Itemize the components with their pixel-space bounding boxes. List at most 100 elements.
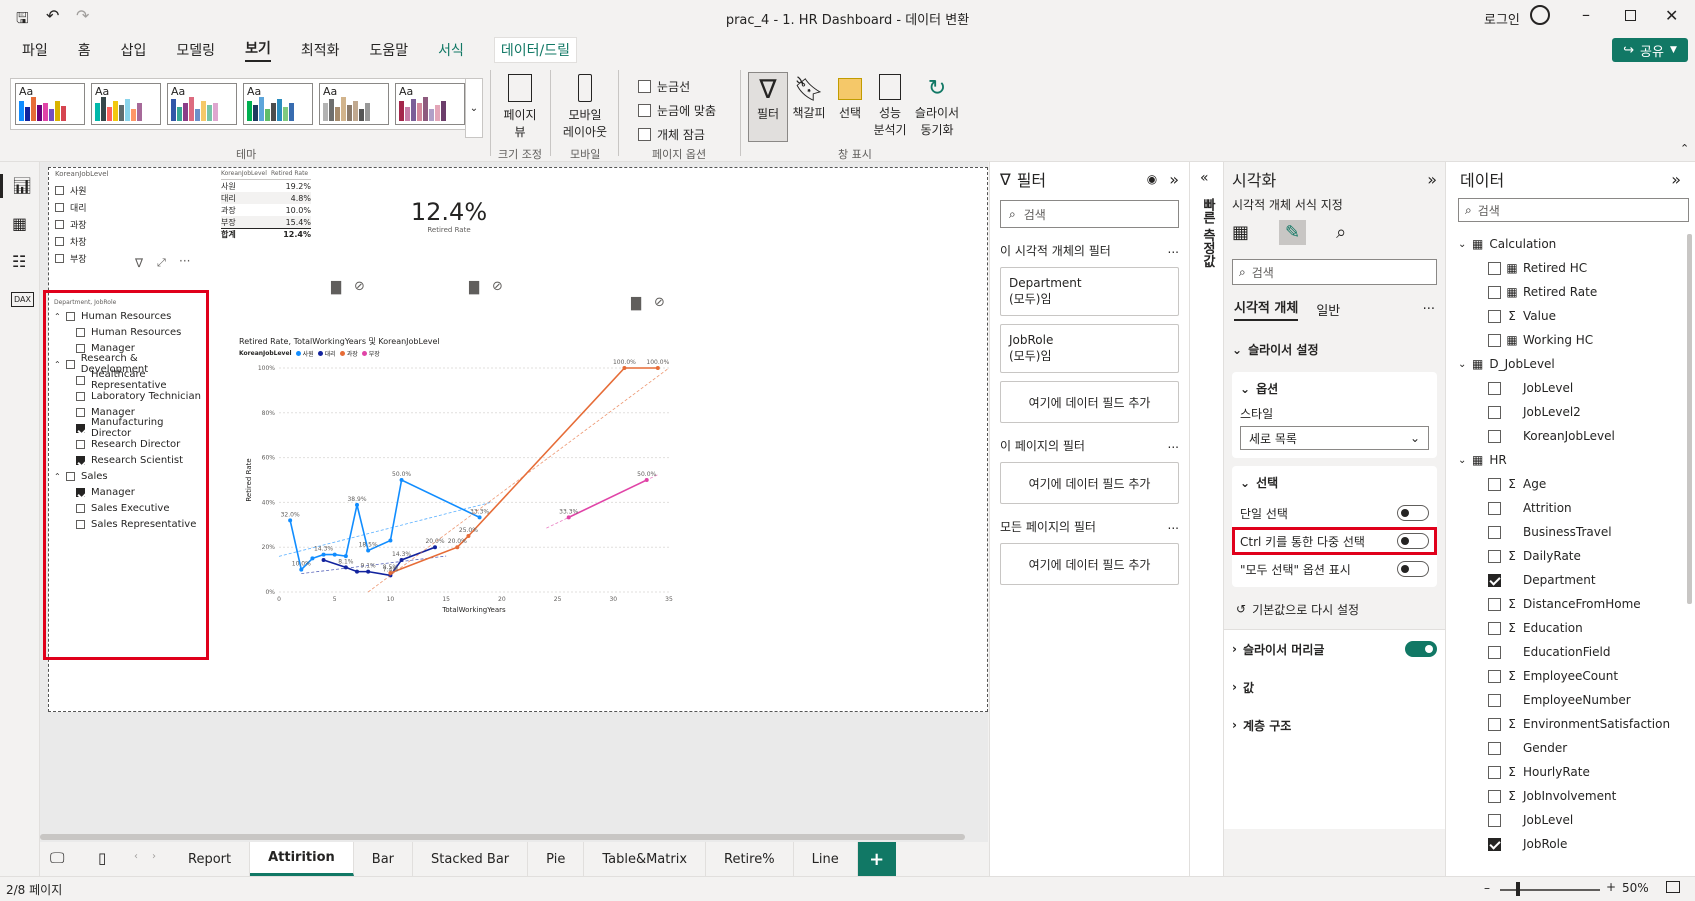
item-checkbox[interactable]: [76, 391, 85, 401]
data-field[interactable]: JobLevel2: [1458, 400, 1695, 424]
gridlines-option[interactable]: 눈금선: [638, 74, 716, 98]
page-tab[interactable]: Stacked Bar: [413, 842, 529, 876]
hier-slicer-item[interactable]: Laboratory Technician: [54, 388, 206, 404]
field-checkbox[interactable]: [1488, 525, 1501, 539]
next-page-icon[interactable]: ›: [152, 851, 156, 862]
collapse-data-icon[interactable]: »: [1671, 170, 1681, 189]
data-table[interactable]: ⌄ ▦ Calculation: [1458, 232, 1695, 256]
theme-swatch-3[interactable]: Aa: [167, 83, 237, 125]
lock-checkbox[interactable]: [638, 127, 651, 141]
data-field[interactable]: Σ Education: [1458, 616, 1695, 640]
table-view-icon[interactable]: ▦: [12, 214, 27, 233]
field-checkbox[interactable]: [1488, 789, 1501, 803]
selection-header[interactable]: ⌄ 선택: [1240, 474, 1429, 491]
format-visual-icon[interactable]: ✎: [1279, 219, 1307, 245]
slicer-header-section[interactable]: › 슬라이서 머리글: [1224, 630, 1445, 668]
line-chart[interactable]: Retired Rate, TotalWorkingYears 및 Korean…: [239, 336, 699, 636]
more-icon[interactable]: ...: [1168, 518, 1179, 535]
item-checkbox[interactable]: [76, 423, 85, 433]
data-field[interactable]: EmployeeNumber: [1458, 688, 1695, 712]
data-field[interactable]: BusinessTravel: [1458, 520, 1695, 544]
page-tab[interactable]: Table&Matrix: [584, 842, 707, 876]
field-checkbox[interactable]: [1488, 597, 1501, 611]
field-checkbox[interactable]: [1488, 429, 1501, 443]
item-checkbox[interactable]: [76, 327, 85, 337]
legend-item[interactable]: 대리: [317, 349, 336, 358]
item-checkbox[interactable]: [76, 375, 85, 385]
report-view-icon[interactable]: 📊︎: [12, 176, 32, 195]
data-field[interactable]: KoreanJobLevel: [1458, 424, 1695, 448]
field-checkbox[interactable]: [1488, 837, 1501, 851]
gridlines-checkbox[interactable]: [638, 79, 651, 93]
field-checkbox[interactable]: [1488, 501, 1501, 515]
field-checkbox[interactable]: [1488, 405, 1501, 419]
joblevel-slicer[interactable]: KoreanJobLevel 사원 대리 과장 차장 부장: [55, 170, 195, 267]
theme-dropdown-chevron-icon[interactable]: ⌄: [465, 78, 483, 138]
page-view-button[interactable]: 페이지 뷰: [498, 74, 542, 140]
joblevel-slicer-item[interactable]: 과장: [55, 216, 195, 233]
zoom-thumb[interactable]: [1516, 882, 1520, 896]
slicer-checkbox[interactable]: [55, 220, 64, 229]
visual-filter-icon[interactable]: ∇: [135, 256, 143, 270]
prohibit-icon[interactable]: ⊘: [654, 295, 665, 310]
hier-slicer-group[interactable]: ⌃ Human Resources: [54, 308, 206, 324]
field-checkbox[interactable]: [1488, 813, 1501, 827]
theme-swatch-6[interactable]: Aa: [395, 83, 465, 125]
options-header[interactable]: ⌄ 옵션: [1240, 380, 1429, 397]
joblevel-slicer-item[interactable]: 대리: [55, 199, 195, 216]
hier-slicer-item[interactable]: Manager: [54, 484, 206, 500]
retired-rate-card[interactable]: 12.4% Retired Rate: [379, 198, 519, 234]
field-checkbox[interactable]: [1488, 285, 1501, 299]
menu-modeling[interactable]: 모델링: [176, 40, 215, 60]
viz-search-input[interactable]: ⌕ 검색: [1232, 259, 1437, 285]
legend-item[interactable]: 부장: [361, 349, 380, 358]
canvas-hscrollbar[interactable]: [40, 834, 965, 840]
ctrl-multi-select-toggle[interactable]: [1397, 533, 1429, 549]
page-tab[interactable]: Bar: [354, 842, 414, 876]
data-scrollbar[interactable]: [1687, 234, 1692, 604]
field-checkbox[interactable]: [1488, 765, 1501, 779]
hier-slicer-item[interactable]: Research Scientist: [54, 452, 206, 468]
collapse-ribbon-icon[interactable]: ⌃: [1680, 142, 1689, 155]
hier-slicer-item[interactable]: Sales Representative: [54, 516, 206, 532]
minimize-icon[interactable]: –: [1582, 5, 1590, 24]
field-checkbox[interactable]: [1488, 621, 1501, 635]
zoom-slider[interactable]: [1500, 889, 1600, 891]
field-checkbox[interactable]: [1488, 741, 1501, 755]
bookmark-button[interactable]: 🔖︎ 책갈피: [790, 74, 828, 121]
performance-analyzer-button[interactable]: 성능 분석기: [870, 74, 910, 138]
theme-swatch-1[interactable]: Aa: [15, 83, 85, 125]
filter-card-department[interactable]: Department (모두)임: [1000, 267, 1179, 316]
prev-page-icon[interactable]: ‹: [134, 851, 138, 862]
login-link[interactable]: 로그인: [1484, 9, 1520, 28]
data-field[interactable]: JobLevel: [1458, 808, 1695, 832]
data-field[interactable]: Σ HourlyRate: [1458, 760, 1695, 784]
item-checkbox[interactable]: [76, 439, 85, 449]
page-tab[interactable]: Report: [170, 842, 251, 876]
prohibit-icon[interactable]: ⊘: [354, 279, 365, 294]
field-checkbox[interactable]: [1488, 477, 1501, 491]
hier-slicer-item[interactable]: Healthcare Representative: [54, 369, 206, 391]
zoom-in-icon[interactable]: +: [1606, 880, 1616, 894]
hierarchy-section[interactable]: › 계층 구조: [1224, 706, 1445, 744]
data-table[interactable]: ⌄ ▦ HR: [1458, 448, 1695, 472]
data-field[interactable]: Σ Value: [1458, 304, 1695, 328]
user-avatar-icon[interactable]: [1530, 5, 1550, 25]
data-field[interactable]: Σ EmployeeCount: [1458, 664, 1695, 688]
data-field[interactable]: Σ JobInvolvement: [1458, 784, 1695, 808]
data-field[interactable]: EducationField: [1458, 640, 1695, 664]
model-view-icon[interactable]: ☷: [12, 252, 26, 271]
drill-icon[interactable]: ▇: [331, 280, 341, 295]
theme-swatch-4[interactable]: Aa: [243, 83, 313, 125]
field-checkbox[interactable]: [1488, 381, 1501, 395]
eye-icon[interactable]: ◉: [1147, 172, 1157, 186]
quick-measure-strip[interactable]: « 빠른 측정값: [1189, 162, 1223, 876]
menu-optimize[interactable]: 최적화: [301, 40, 340, 60]
analytics-icon[interactable]: ⌕: [1336, 222, 1346, 243]
data-field[interactable]: JobLevel: [1458, 376, 1695, 400]
item-checkbox[interactable]: [76, 519, 85, 529]
field-checkbox[interactable]: [1488, 549, 1501, 563]
style-dropdown[interactable]: 세로 목록 ⌄: [1240, 426, 1429, 450]
values-section[interactable]: › 값: [1224, 668, 1445, 706]
slicer-checkbox[interactable]: [55, 237, 64, 246]
